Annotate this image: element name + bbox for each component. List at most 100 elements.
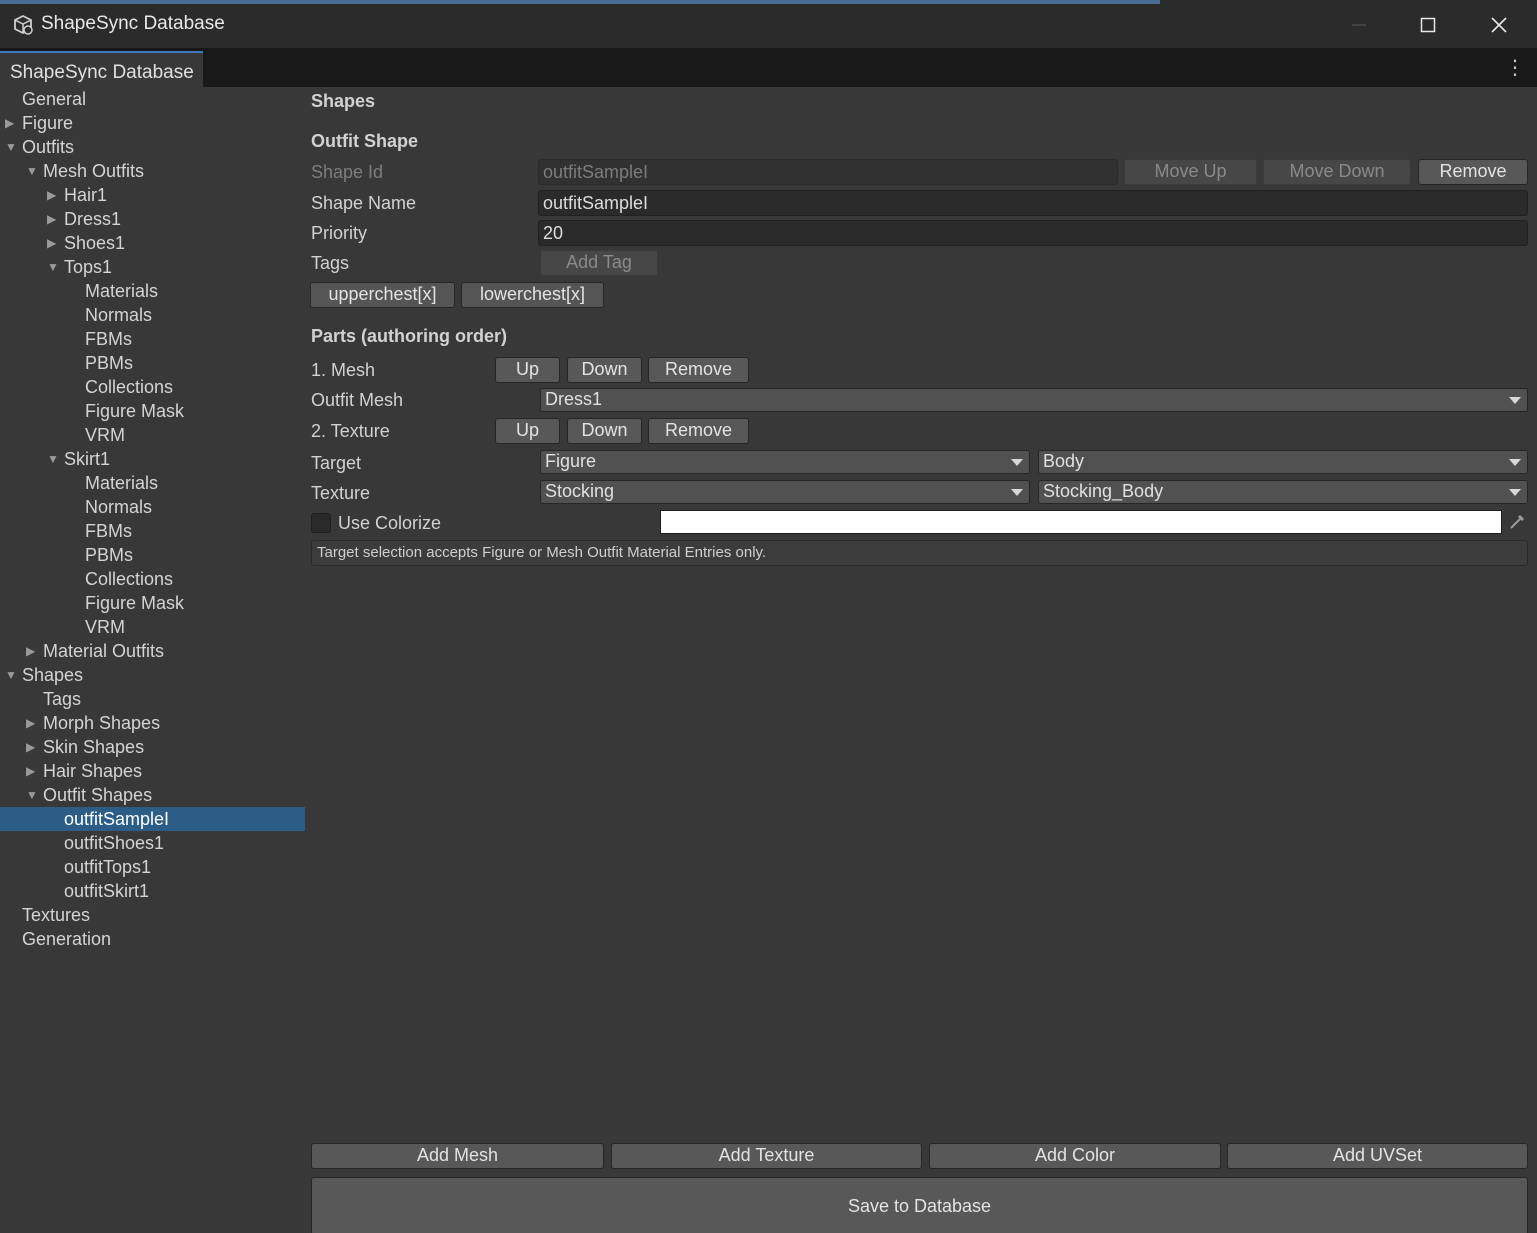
tree-item-outfits[interactable]: ▼ Outfits [0,135,305,159]
tree-item-tops1-vrm[interactable]: VRM [0,423,305,447]
app-gear-cube-icon [14,14,33,35]
tags-label: Tags [311,253,350,273]
target-dropdown[interactable]: Figure [540,450,1030,474]
tree-item-tops1-materials[interactable]: Materials [0,279,305,303]
tree-item-skirt1-pbms[interactable]: PBMs [0,543,305,567]
collapse-arrow-icon[interactable]: ▼ [26,783,38,807]
tree-item-tops1[interactable]: ▼ Tops1 [0,255,305,279]
tree-item-skin-shapes[interactable]: ▶ Skin Shapes [0,735,305,759]
color-field[interactable] [660,510,1502,534]
expand-arrow-icon[interactable]: ▶ [47,183,59,207]
target-label: Target [311,453,362,473]
tree-item-tops1-pbms[interactable]: PBMs [0,351,305,375]
collapse-arrow-icon[interactable]: ▼ [47,255,59,279]
part1-up-button[interactable]: Up [495,357,560,383]
tree-item-tops1-collections[interactable]: Collections [0,375,305,399]
tree-item-tops1-figure-mask[interactable]: Figure Mask [0,399,305,423]
tree-item-skirt1-collections[interactable]: Collections [0,567,305,591]
remove-shape-button[interactable]: Remove [1418,159,1528,185]
save-to-database-button[interactable]: Save to Database [311,1177,1528,1233]
title-bar: ShapeSync Database [0,0,1537,48]
add-color-button[interactable]: Add Color [929,1143,1221,1169]
collapse-arrow-icon[interactable]: ▼ [47,447,59,471]
tree-item-hair-shapes[interactable]: ▶ Hair Shapes [0,759,305,783]
collapse-arrow-icon[interactable]: ▼ [26,159,38,183]
part1-down-button[interactable]: Down [567,357,642,383]
tab-bar: ShapeSync Database ⋮ [0,48,1537,87]
part1-label: 1. Mesh [311,360,376,380]
part2-remove-button[interactable]: Remove [648,418,749,444]
expand-arrow-icon[interactable]: ▶ [26,639,38,663]
part2-up-button[interactable]: Up [495,418,560,444]
tree-item-textures[interactable]: Textures [0,903,305,927]
eyedropper-icon[interactable] [1508,513,1526,531]
texture-value: Stocking [545,481,615,501]
expand-arrow-icon[interactable]: ▶ [47,231,59,255]
tree-item-tags[interactable]: Tags [0,687,305,711]
texture-variant-dropdown[interactable]: Stocking_Body [1038,480,1528,504]
parts-title: Parts (authoring order) [311,326,508,346]
expand-arrow-icon[interactable]: ▶ [26,759,38,783]
use-colorize-checkbox[interactable] [311,513,331,533]
texture-dropdown[interactable]: Stocking [540,480,1030,504]
chevron-down-icon [1509,397,1521,404]
tree-item-mesh-outfits[interactable]: ▼ Mesh Outfits [0,159,305,183]
part2-label: 2. Texture [311,421,390,441]
tree-item-hair1[interactable]: ▶ Hair1 [0,183,305,207]
add-texture-button[interactable]: Add Texture [611,1143,922,1169]
tree-item-outfit-tops1[interactable]: outfitTops1 [0,855,305,879]
tree-item-skirt1-figure-mask[interactable]: Figure Mask [0,591,305,615]
expand-arrow-icon[interactable]: ▶ [26,735,38,759]
move-down-button[interactable]: Move Down [1263,159,1411,185]
tree-item-shapes[interactable]: ▼ Shapes [0,663,305,687]
tree-item-generation[interactable]: Generation [0,927,305,951]
window-title: ShapeSync Database [41,13,225,34]
expand-arrow-icon[interactable]: ▶ [47,207,59,231]
shape-name-field[interactable]: outfitSampleI [538,190,1528,216]
more-options-icon[interactable]: ⋮ [1505,56,1525,80]
chevron-down-icon [1509,489,1521,496]
tree-item-figure[interactable]: ▶ Figure [0,111,305,135]
tab-shapesync-database[interactable]: ShapeSync Database [0,51,203,87]
tree-item-outfit-shoes1[interactable]: outfitShoes1 [0,831,305,855]
expand-arrow-icon[interactable]: ▶ [26,711,38,735]
minimize-button[interactable] [1344,10,1374,40]
outfit-mesh-value: Dress1 [545,389,603,409]
tree-item-morph-shapes[interactable]: ▶ Morph Shapes [0,711,305,735]
tag-chip-lowerchest[interactable]: lowerchest[x] [461,282,604,308]
collapse-arrow-icon[interactable]: ▼ [5,663,17,687]
collapse-arrow-icon[interactable]: ▼ [5,135,17,159]
part2-down-button[interactable]: Down [567,418,642,444]
tree-item-skirt1-vrm[interactable]: VRM [0,615,305,639]
tree-item-shoes1[interactable]: ▶ Shoes1 [0,231,305,255]
tree-item-material-outfits[interactable]: ▶ Material Outfits [0,639,305,663]
tree-item-outfit-skirt1[interactable]: outfitSkirt1 [0,879,305,903]
section-title: Shapes [311,91,376,111]
tag-chip-upperchest[interactable]: upperchest[x] [310,282,455,308]
part1-remove-button[interactable]: Remove [648,357,749,383]
expand-arrow-icon[interactable]: ▶ [5,111,17,135]
tree-item-outfit-sample-selected[interactable]: outfitSampleI [0,807,305,831]
tree-item-tops1-fbms[interactable]: FBMs [0,327,305,351]
tree-item-skirt1-materials[interactable]: Materials [0,471,305,495]
tree-item-dress1[interactable]: ▶ Dress1 [0,207,305,231]
priority-label: Priority [311,223,368,243]
tree-item-skirt1[interactable]: ▼ Skirt1 [0,447,305,471]
tree-item-tops1-normals[interactable]: Normals [0,303,305,327]
tree-item-skirt1-normals[interactable]: Normals [0,495,305,519]
outfit-mesh-dropdown[interactable]: Dress1 [540,388,1528,412]
target-material-dropdown[interactable]: Body [1038,450,1528,474]
add-tag-button[interactable]: Add Tag [540,250,658,276]
target-material-value: Body [1043,451,1085,471]
add-mesh-button[interactable]: Add Mesh [311,1143,604,1169]
priority-field[interactable]: 20 [538,220,1528,246]
tree-item-skirt1-fbms[interactable]: FBMs [0,519,305,543]
tree-item-general[interactable]: General [0,87,305,111]
add-uvset-button[interactable]: Add UVSet [1227,1143,1528,1169]
close-button[interactable] [1484,10,1514,40]
maximize-button[interactable] [1413,10,1443,40]
tree-item-outfit-shapes[interactable]: ▼ Outfit Shapes [0,783,305,807]
chevron-down-icon [1011,489,1023,496]
shape-id-label: Shape Id [311,162,384,182]
move-up-button[interactable]: Move Up [1124,159,1257,185]
